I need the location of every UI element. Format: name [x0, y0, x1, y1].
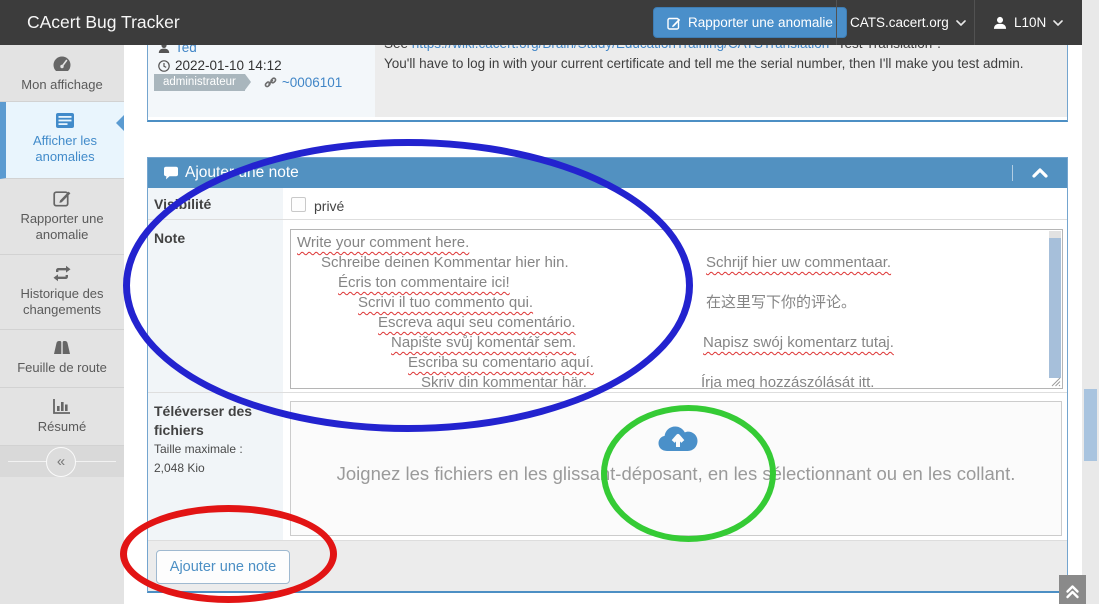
- collapse-icon: «: [46, 447, 76, 477]
- sidebar-item-label: Mon affichage: [21, 77, 102, 92]
- note-timestamp: 2022-01-10 14:12: [175, 58, 282, 73]
- textarea-line: Write your comment here.: [297, 233, 469, 253]
- comment-icon: [163, 166, 179, 181]
- add-note-submit-button[interactable]: Ajouter une note: [156, 550, 290, 584]
- textarea-line: Írja meg hozzászólását itt.: [701, 373, 874, 389]
- dropzone-text: Joignez les fichiers en les glissant-dép…: [306, 460, 1046, 488]
- summary-icon: [52, 398, 72, 415]
- sidebar: Mon affichage Afficher les anomalies Rap…: [0, 45, 124, 604]
- note-id-link[interactable]: ~0006101: [282, 75, 342, 90]
- note-text-line2: You'll have to log in with your current …: [384, 56, 1023, 71]
- textarea-line: Scrivi il tuo commento qui.: [297, 293, 533, 313]
- top-navbar: CAcert Bug Tracker Rapporter une anomali…: [0, 0, 1082, 45]
- sidebar-item-label: Feuille de route: [17, 360, 107, 375]
- note-content-cell: Write your comment here. Schreibe deinen…: [283, 220, 1067, 393]
- double-chevron-up-icon: [1059, 575, 1086, 604]
- user-icon: [993, 16, 1007, 30]
- sidebar-item-label: Rapporter une anomalie: [20, 211, 103, 242]
- access-level-badge: administrateur: [154, 74, 245, 91]
- sidebar-item-changelog[interactable]: Historique des changements: [0, 255, 124, 330]
- navbar-divider: [974, 0, 975, 45]
- textarea-line: Napisz swój komentarz tutaj.: [703, 333, 894, 353]
- page-scrollbar-thumb[interactable]: [1084, 389, 1097, 461]
- textarea-line: Escreva aqui seu comentário.: [297, 313, 576, 333]
- max-size-value: 2,048 Kio: [154, 461, 205, 475]
- pencil-square-icon: [667, 16, 681, 30]
- header-divider: [1012, 165, 1013, 181]
- private-checkbox[interactable]: [291, 197, 306, 212]
- sidebar-item-report-issue[interactable]: Rapporter une anomalie: [0, 179, 124, 255]
- sidebar-item-label: Résumé: [38, 419, 86, 434]
- sidebar-item-roadmap[interactable]: Feuille de route: [0, 330, 124, 388]
- note-label-cell: Note: [148, 220, 283, 393]
- private-label: privé: [314, 198, 344, 214]
- textarea-line: 在这里写下你的评论。: [706, 293, 856, 313]
- textarea-scrollbar-thumb[interactable]: [1049, 238, 1061, 378]
- add-note-panel: Ajouter une note Visibilité privé Note W…: [147, 157, 1068, 593]
- visibility-label: Visibilité: [154, 196, 211, 212]
- sidebar-item-label: Afficher les anomalies: [33, 133, 97, 164]
- roadmap-icon: [52, 340, 72, 356]
- active-item-arrow: [116, 115, 124, 131]
- user-menu-label: L10N: [1014, 15, 1046, 30]
- visibility-label-cell: Visibilité: [148, 188, 283, 220]
- note-timestamp-row: 2022-01-10 14:12: [158, 58, 282, 73]
- add-note-title: Ajouter une note: [185, 158, 299, 188]
- report-issue-icon: [53, 189, 72, 207]
- add-note-header: Ajouter une note: [148, 158, 1067, 188]
- link-icon: [264, 76, 277, 89]
- page-scrollbar-track[interactable]: [1082, 0, 1099, 604]
- textarea-line: Schreibe deinen Kommentar hier hin.: [297, 253, 569, 273]
- clock-icon: [158, 60, 170, 72]
- upload-label-cell: Téléverser des fichiers Taille maximale …: [148, 393, 283, 541]
- dashboard-icon: [52, 55, 72, 73]
- textarea-line: Skriv din kommentar här.: [297, 373, 587, 389]
- report-issue-button[interactable]: Rapporter une anomalie: [653, 7, 847, 38]
- user-menu[interactable]: L10N: [993, 0, 1063, 45]
- sidebar-item-label: Historique des changements: [20, 286, 103, 317]
- sidebar-item-view-issues[interactable]: Afficher les anomalies: [0, 102, 124, 179]
- visibility-content-cell: privé: [283, 188, 1067, 220]
- project-menu[interactable]: CATS.cacert.org: [850, 0, 966, 45]
- view-issues-icon: [55, 112, 75, 129]
- textarea-line: Schrijf hier uw commentaar.: [706, 253, 891, 273]
- upload-content-cell: Joignez les fichiers en les glissant-dép…: [283, 393, 1067, 541]
- collapse-panel-icon[interactable]: [1025, 162, 1055, 184]
- max-size-label: Taille maximale :: [154, 442, 243, 456]
- add-note-footer: Ajouter une note: [148, 540, 1067, 591]
- cloud-upload-icon: [657, 422, 699, 454]
- navbar-divider: [836, 0, 837, 45]
- sidebar-item-my-view[interactable]: Mon affichage: [0, 45, 124, 102]
- note-textarea[interactable]: Write your comment here. Schreibe deinen…: [290, 229, 1063, 389]
- cacert-bug-tracker-page: Ted 2022-01-10 14:12 administrateur ~000…: [0, 0, 1099, 604]
- sidebar-item-summary[interactable]: Résumé: [0, 388, 124, 446]
- upload-label: Téléverser des fichiers: [154, 402, 272, 440]
- file-dropzone[interactable]: Joignez les fichiers en les glissant-dép…: [290, 401, 1062, 536]
- changelog-icon: [52, 265, 72, 282]
- report-issue-label: Rapporter une anomalie: [688, 15, 833, 30]
- textarea-line: Napište svůj komentář sem.: [297, 333, 576, 353]
- app-title: CAcert Bug Tracker: [27, 0, 180, 45]
- textarea-line: Escriba su comentario aquí.: [297, 353, 594, 373]
- sidebar-collapse-toggle[interactable]: «: [0, 446, 124, 477]
- note-field-label: Note: [154, 230, 185, 246]
- scroll-to-top-button[interactable]: [1059, 575, 1086, 604]
- textarea-line: Écris ton commentaire ici!: [297, 273, 510, 293]
- note-badge-row: administrateur ~0006101: [154, 74, 342, 91]
- project-menu-label: CATS.cacert.org: [850, 15, 949, 30]
- chevron-down-icon: [1053, 20, 1063, 26]
- textarea-resize-grip[interactable]: [1050, 376, 1061, 387]
- chevron-down-icon: [956, 20, 966, 26]
